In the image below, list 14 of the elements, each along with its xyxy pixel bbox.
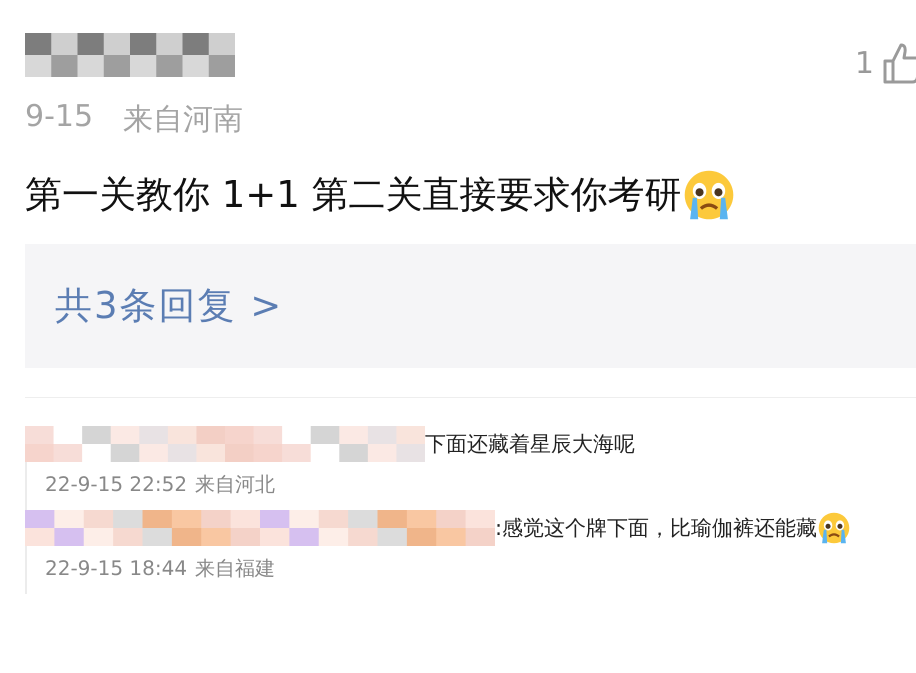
reply-location: 来自福建 (195, 554, 276, 582)
crying-face-icon (817, 511, 852, 545)
thumbs-up-icon (882, 41, 916, 85)
reply-date: 22-9-15 22:52 (45, 472, 188, 496)
reply-text: :感觉这个牌下面，比瑜伽裤还能藏 (495, 515, 818, 542)
crying-face-icon (682, 168, 736, 222)
comment-date: 9-15 (25, 99, 94, 136)
reply-date: 22-9-15 18:44 (45, 556, 188, 580)
like-count: 1 (854, 46, 874, 80)
view-replies-link[interactable]: 共3条回复 > (55, 281, 284, 331)
reply-location: 来自河北 (195, 470, 276, 498)
comment-text: 第一关教你 1+1 第二关直接要求你考研 (25, 172, 682, 218)
comment-location: 来自河南 (123, 101, 244, 139)
reply-text: 下面还藏着星辰大海呢 (425, 431, 635, 458)
